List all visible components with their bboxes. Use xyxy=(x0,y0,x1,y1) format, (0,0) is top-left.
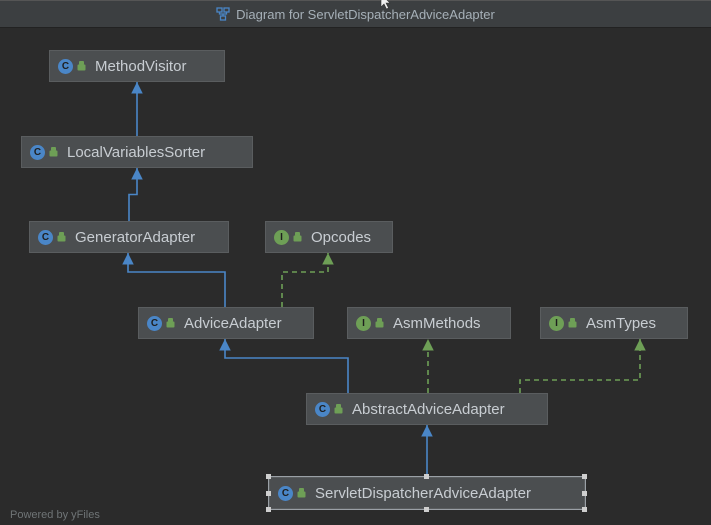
visibility-icon xyxy=(292,232,303,243)
visibility-icon xyxy=(567,318,578,329)
edge-abstract-advice-adapter-to-advice-adapter xyxy=(225,339,348,393)
titlebar: Diagram for ServletDispatcherAdviceAdapt… xyxy=(0,0,711,28)
node-opcodes[interactable]: I Opcodes xyxy=(265,221,393,253)
title-text: Diagram for ServletDispatcherAdviceAdapt… xyxy=(236,7,495,22)
edge-advice-adapter-to-opcodes xyxy=(282,253,328,307)
diagram-canvas[interactable]: C MethodVisitor C LocalVariablesSorter C Gene… xyxy=(0,28,711,525)
visibility-icon xyxy=(374,318,385,329)
node-asm-methods[interactable]: I AsmMethods xyxy=(347,307,511,339)
visibility-icon xyxy=(333,404,344,415)
selection-handle[interactable] xyxy=(266,474,271,479)
node-label: MethodVisitor xyxy=(95,58,186,75)
node-servlet-dispatcher[interactable]: C ServletDispatcherAdviceAdapter xyxy=(269,477,585,509)
selection-handle[interactable] xyxy=(266,507,271,512)
interface-icon: I xyxy=(274,230,289,245)
node-local-variables-sorter[interactable]: C LocalVariablesSorter xyxy=(21,136,253,168)
node-label: AbstractAdviceAdapter xyxy=(352,401,505,418)
node-method-visitor[interactable]: C MethodVisitor xyxy=(49,50,225,82)
node-label: ServletDispatcherAdviceAdapter xyxy=(315,485,531,502)
selection-handle[interactable] xyxy=(582,507,587,512)
node-label: Opcodes xyxy=(311,229,371,246)
edge-generator-adapter-to-local-variables-sorter xyxy=(129,168,137,221)
edge-abstract-advice-adapter-to-asm-types xyxy=(520,339,640,393)
node-abstract-advice-adapter[interactable]: C AbstractAdviceAdapter xyxy=(306,393,548,425)
class-icon: C xyxy=(30,145,45,160)
diagram-icon xyxy=(216,7,230,21)
edges-layer xyxy=(0,28,711,525)
selection-handle[interactable] xyxy=(582,474,587,479)
footer-credit: Powered by yFiles xyxy=(10,509,100,521)
interface-icon: I xyxy=(549,316,564,331)
node-asm-types[interactable]: I AsmTypes xyxy=(540,307,688,339)
node-label: AdviceAdapter xyxy=(184,315,282,332)
class-icon: C xyxy=(278,486,293,501)
node-advice-adapter[interactable]: C AdviceAdapter xyxy=(138,307,314,339)
class-icon: C xyxy=(38,230,53,245)
node-label: GeneratorAdapter xyxy=(75,229,195,246)
node-generator-adapter[interactable]: C GeneratorAdapter xyxy=(29,221,229,253)
class-icon: C xyxy=(147,316,162,331)
visibility-icon xyxy=(48,147,59,158)
visibility-icon xyxy=(56,232,67,243)
class-icon: C xyxy=(315,402,330,417)
selection-handle[interactable] xyxy=(424,507,429,512)
selection-handle[interactable] xyxy=(266,491,271,496)
node-label: LocalVariablesSorter xyxy=(67,144,205,161)
selection-handle[interactable] xyxy=(582,491,587,496)
class-icon: C xyxy=(58,59,73,74)
selection-handle[interactable] xyxy=(424,474,429,479)
node-label: AsmMethods xyxy=(393,315,481,332)
interface-icon: I xyxy=(356,316,371,331)
edge-advice-adapter-to-generator-adapter xyxy=(128,253,225,307)
visibility-icon xyxy=(296,488,307,499)
node-label: AsmTypes xyxy=(586,315,656,332)
visibility-icon xyxy=(76,61,87,72)
visibility-icon xyxy=(165,318,176,329)
